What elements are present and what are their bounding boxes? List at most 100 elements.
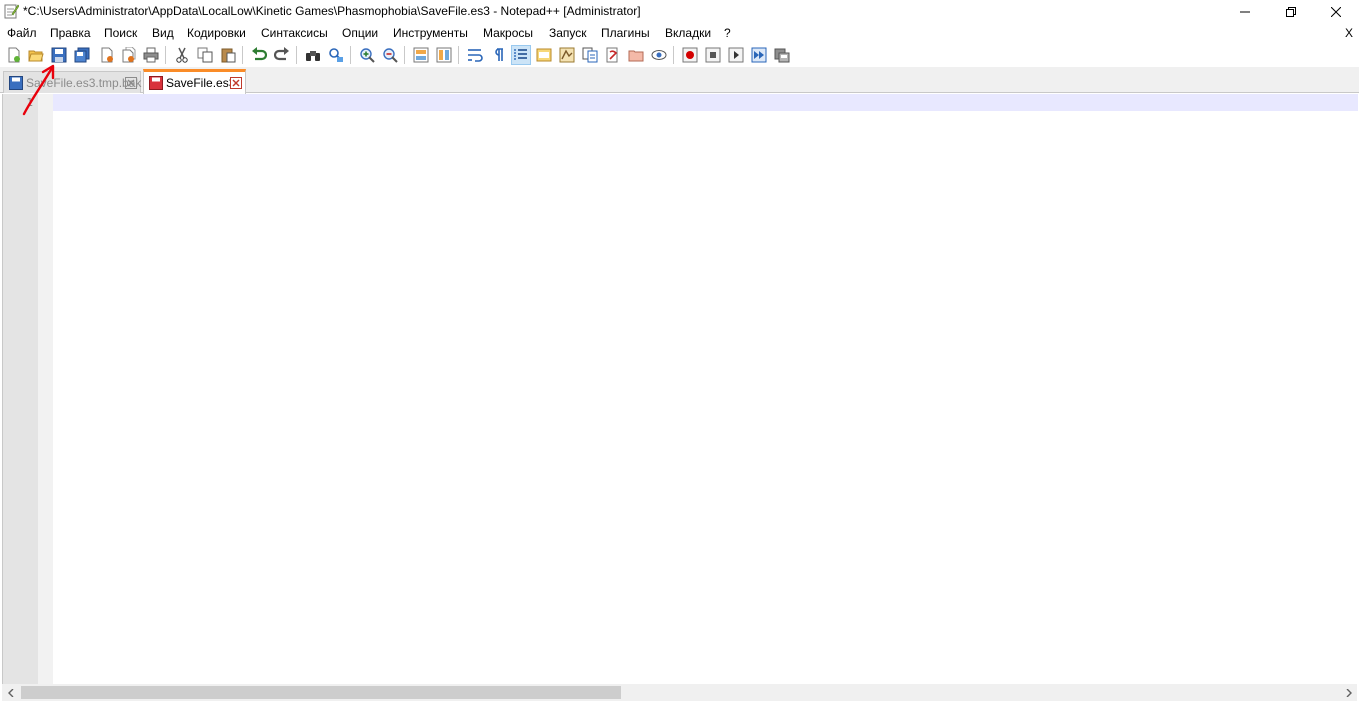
paste-button[interactable] — [218, 45, 238, 65]
horizontal-scrollbar[interactable] — [2, 684, 1357, 701]
print-icon — [143, 47, 159, 63]
menu-bar: Файл Правка Поиск Вид Кодировки Синтакси… — [0, 23, 1359, 43]
unsaved-file-icon — [149, 76, 163, 90]
toolbar-separator — [404, 46, 405, 64]
user-defined-language-icon — [536, 48, 552, 62]
show-all-chars-icon — [495, 48, 503, 61]
current-line-highlight[interactable] — [53, 94, 1358, 111]
menu-settings[interactable]: Опции — [342, 26, 378, 40]
scroll-left-button[interactable] — [2, 684, 19, 701]
undo-icon — [252, 47, 267, 61]
close-all-button[interactable] — [119, 45, 139, 65]
menu-encoding[interactable]: Кодировки — [187, 26, 246, 40]
restore-button[interactable] — [1268, 0, 1314, 23]
chevron-left-icon — [7, 688, 13, 697]
zoom-in-button[interactable] — [357, 45, 377, 65]
menu-language[interactable]: Синтаксисы — [261, 26, 328, 40]
window-title: *C:\Users\Administrator\AppData\LocalLow… — [23, 4, 641, 18]
run-macro-multiple-icon — [751, 47, 767, 63]
replace-button[interactable] — [326, 45, 346, 65]
sync-vertical-button[interactable] — [411, 45, 431, 65]
tab-close-icon[interactable] — [230, 77, 242, 89]
record-macro-button[interactable] — [680, 45, 700, 65]
line-number-gutter: 1 — [3, 94, 53, 684]
close-file-icon — [101, 47, 113, 63]
document-map-icon — [559, 47, 575, 63]
menu-file[interactable]: Файл — [7, 26, 37, 40]
chevron-right-icon — [1346, 688, 1352, 697]
tab-bar: SaveFile.es3.tmp.bak SaveFile.es3 — [0, 67, 1359, 94]
redo-icon — [274, 47, 289, 61]
menu-edit[interactable]: Правка — [50, 26, 91, 40]
scroll-right-button[interactable] — [1340, 684, 1357, 701]
minimize-icon — [1240, 11, 1250, 12]
run-macro-multiple-button[interactable] — [749, 45, 769, 65]
save-all-button[interactable] — [72, 45, 92, 65]
document-map-button[interactable] — [557, 45, 577, 65]
sync-horizontal-button[interactable] — [434, 45, 454, 65]
menu-help[interactable]: ? — [724, 26, 731, 40]
text-area[interactable] — [53, 111, 1358, 684]
close-all-icon — [122, 47, 136, 63]
tab-label: SaveFile.es3 — [166, 76, 236, 90]
restore-icon — [1286, 6, 1296, 17]
menu-view[interactable]: Вид — [152, 26, 174, 40]
folder-as-workspace-button[interactable] — [603, 45, 623, 65]
word-wrap-icon — [468, 49, 483, 62]
indent-guide-icon — [514, 49, 527, 61]
menu-macro[interactable]: Макросы — [483, 26, 533, 40]
toolbar — [0, 43, 1359, 67]
menu-plugins[interactable]: Плагины — [601, 26, 650, 40]
play-macro-button[interactable] — [726, 45, 746, 65]
toolbar-separator — [458, 46, 459, 64]
function-list-icon — [582, 47, 598, 63]
toolbar-separator — [350, 46, 351, 64]
find-icon — [306, 51, 320, 61]
minimize-button[interactable] — [1222, 0, 1268, 23]
menu-tools[interactable]: Инструменты — [393, 26, 468, 40]
paste-icon — [221, 48, 236, 63]
fold-margin[interactable] — [38, 94, 53, 684]
show-all-characters-button[interactable] — [488, 45, 508, 65]
indent-guide-button[interactable] — [511, 45, 531, 65]
folder-icon — [628, 50, 644, 62]
tab-close-icon[interactable] — [125, 76, 137, 89]
stop-record-icon — [705, 47, 721, 63]
monitoring-icon — [651, 50, 667, 60]
cut-button[interactable] — [172, 45, 192, 65]
find-button[interactable] — [303, 45, 323, 65]
scrollbar-thumb[interactable] — [21, 686, 621, 699]
editor: 1 — [2, 94, 1358, 684]
user-defined-language-button[interactable] — [534, 45, 554, 65]
copy-button[interactable] — [195, 45, 215, 65]
close-icon — [1331, 6, 1341, 17]
play-macro-icon — [728, 47, 744, 63]
save-macro-button[interactable] — [772, 45, 792, 65]
save-macro-icon — [774, 48, 790, 63]
redo-button[interactable] — [272, 45, 292, 65]
menu-window[interactable]: Вкладки — [665, 26, 711, 40]
copy-icon — [197, 47, 213, 63]
word-wrap-button[interactable] — [465, 45, 485, 65]
sync-vertical-icon — [413, 47, 429, 63]
zoom-in-icon — [360, 48, 375, 63]
stop-recording-button[interactable] — [703, 45, 723, 65]
undo-button[interactable] — [249, 45, 269, 65]
toolbar-separator — [673, 46, 674, 64]
print-button[interactable] — [141, 45, 161, 65]
annotation-arrow-icon — [22, 64, 55, 116]
notepad-plus-plus-app-icon[interactable] — [3, 3, 19, 19]
tab-savefile-es3[interactable]: SaveFile.es3 — [143, 69, 246, 94]
monitoring-button[interactable] — [649, 45, 669, 65]
function-list-button[interactable] — [580, 45, 600, 65]
toolbar-separator — [242, 46, 243, 64]
close-file-button[interactable] — [97, 45, 117, 65]
sync-horizontal-icon — [436, 47, 452, 63]
menu-run[interactable]: Запуск — [549, 26, 587, 40]
menu-search[interactable]: Поиск — [104, 26, 137, 40]
close-window-button[interactable] — [1313, 0, 1359, 23]
folder-button[interactable] — [626, 45, 646, 65]
toolbar-separator — [296, 46, 297, 64]
close-document-button[interactable]: X — [1345, 26, 1353, 40]
zoom-out-button[interactable] — [380, 45, 400, 65]
